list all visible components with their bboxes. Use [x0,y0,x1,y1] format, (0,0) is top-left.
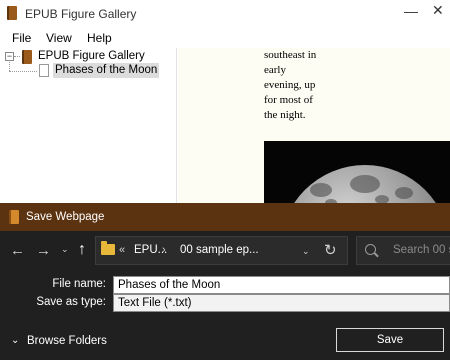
refresh-icon[interactable]: ↻ [324,241,337,259]
chevron-down-icon[interactable]: ⌄ [11,335,19,346]
app-title: EPUB Figure Gallery [25,7,137,21]
minimize-icon[interactable]: — [404,3,418,19]
menu-file[interactable]: File [12,31,31,45]
file-name-field[interactable]: Phases of the Moon [113,276,450,294]
content-pane: southeast in early evening, up for most … [178,48,450,203]
breadcrumb-separator[interactable]: › [162,244,166,256]
up-arrow-icon[interactable]: ↑ [78,241,86,259]
save-type-label: Save as type: [36,296,106,308]
dialog-titlebar: Save Webpage [0,203,450,231]
search-icon [365,244,376,255]
moon-image [264,141,450,203]
content-line: evening, up [264,79,316,91]
address-bar[interactable]: « EPU... › 00 sample ep... ⌄ ↻ [95,236,348,265]
page-icon [39,64,49,77]
menu-view[interactable]: View [46,31,72,45]
recent-locations-chevron-icon[interactable]: ⌄ [61,244,69,255]
tree-item-phases-of-the-moon[interactable]: Phases of the Moon [53,63,160,78]
book-icon [22,50,32,64]
content-line: southeast in [264,49,317,61]
folder-icon [101,241,115,255]
file-name-label: File name: [52,278,106,290]
book-icon [7,6,17,20]
close-icon[interactable]: ✕ [432,2,444,19]
menu-bar: File View Help [0,28,450,48]
breadcrumb-segment[interactable]: 00 sample ep... [180,244,259,256]
tree-pane: − EPUB Figure Gallery Phases of the Moon [0,48,177,203]
tree-connector [9,71,37,72]
tree-item-root[interactable]: EPUB Figure Gallery [38,50,145,62]
menu-help[interactable]: Help [87,31,112,45]
search-input[interactable]: Search 00 sa [356,236,450,265]
save-button[interactable]: Save [336,328,444,352]
content-line: early [264,64,286,76]
content-text: southeast in early evening, up for most … [264,48,316,123]
moon [280,165,450,203]
search-placeholder: Search 00 sa [393,244,450,256]
back-arrow-icon[interactable]: ← [10,242,25,259]
app-titlebar: EPUB Figure Gallery — ✕ [0,0,450,28]
book-icon [9,210,19,224]
browse-folders-toggle[interactable]: Browse Folders [27,335,107,347]
address-dropdown-icon[interactable]: ⌄ [302,246,310,257]
save-type-select[interactable]: Text File (*.txt) [113,294,450,312]
forward-arrow-icon[interactable]: → [36,242,51,259]
content-line: the night. [264,109,306,121]
tree-connector [14,56,20,57]
tree-collapse-toggle[interactable]: − [5,52,14,61]
save-dialog: ← → ⌄ ↑ « EPU... › 00 sample ep... ⌄ ↻ S… [0,231,450,360]
content-line: for most of [264,94,313,106]
address-overflow-chevron[interactable]: « [119,244,125,256]
dialog-title: Save Webpage [26,211,105,223]
tree-connector [9,62,10,71]
